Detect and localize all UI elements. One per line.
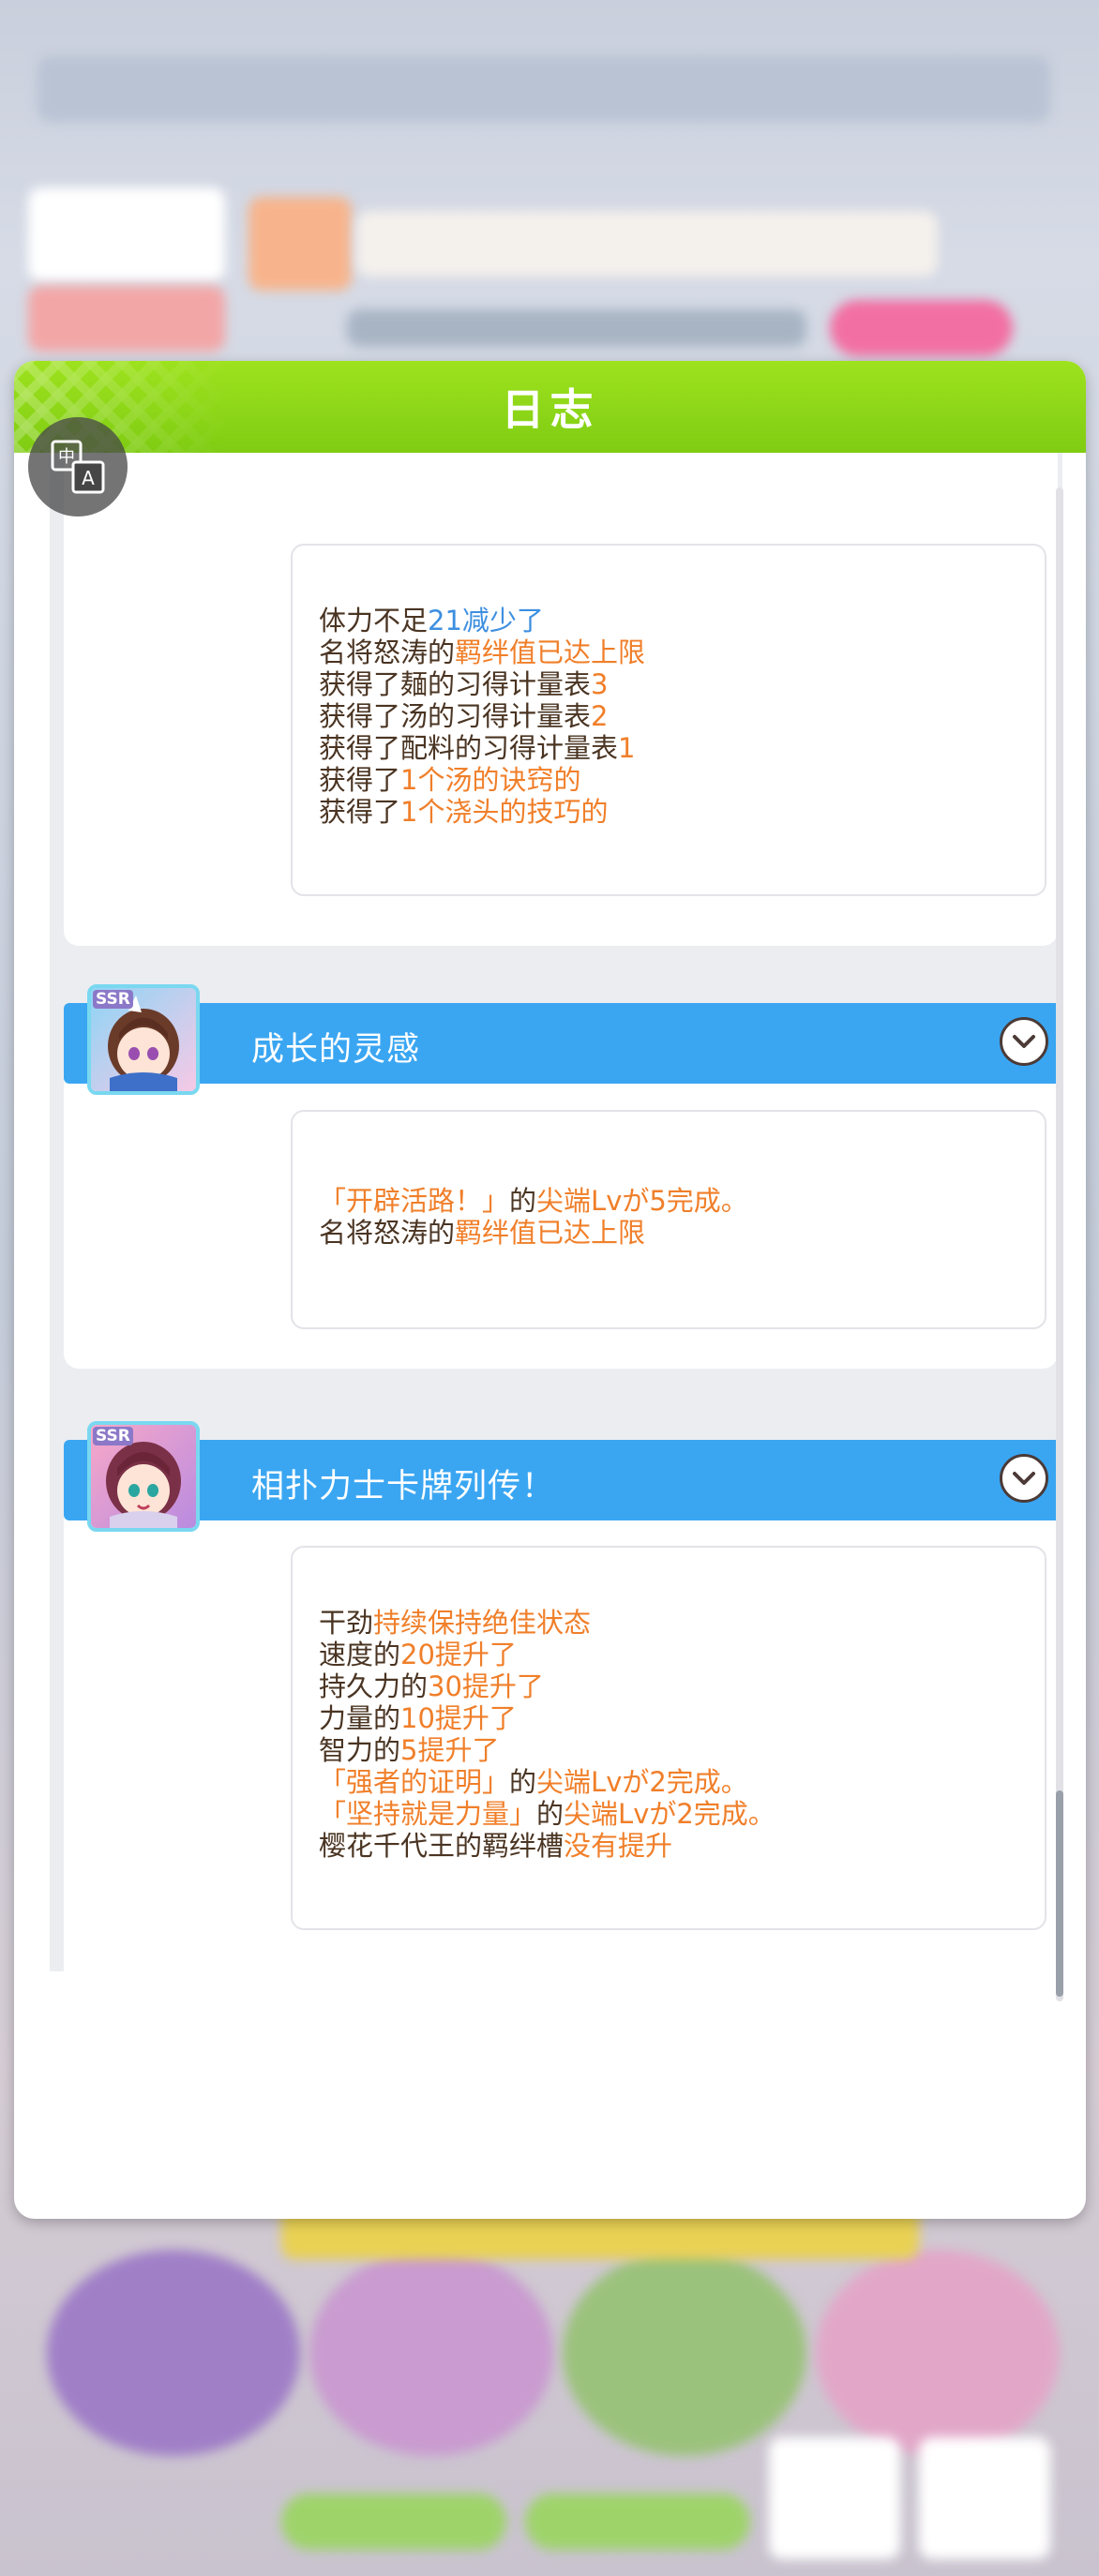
log-lines: 「开辟活路！」的尖端Lvが5完成。 名将怒涛的羁绊值已达上限 (319, 1185, 748, 1249)
highlight-text: 没有提升 (564, 1830, 673, 1862)
highlight-text: 1 (618, 732, 636, 764)
log-textbox-3: 干劲持续保持绝佳状态 速度的20提升了 持久力的30提升了 力量的10提升了 智力的5提… (291, 1546, 1046, 1930)
highlight-text: 1个浇头的技巧的 (400, 796, 609, 828)
log-text: 名将怒涛的 (319, 637, 456, 668)
log-line: 力量的10提升了 (319, 1702, 775, 1734)
highlight-text: 尖端Lvが5完成。 (536, 1185, 748, 1217)
log-text: 的 (509, 1766, 537, 1798)
event-bar-2[interactable]: 成长的灵感 (64, 1003, 1062, 1084)
dialog-header: 日志 (14, 361, 1086, 453)
log-line: 干劲持续保持绝佳状态 (319, 1607, 775, 1639)
expand-button[interactable] (1000, 1454, 1048, 1503)
highlight-text: 羁绊值已达上限 (455, 637, 646, 668)
highlight-text: 羁绊值已达上限 (455, 1217, 646, 1249)
highlight-text: 2 (591, 700, 609, 732)
log-text: 干劲 (319, 1607, 374, 1639)
highlight-text: 5提升了 (400, 1734, 500, 1766)
highlight-text: 尖端Lvが2完成。 (564, 1798, 775, 1830)
support-card-avatar: SSR (87, 984, 200, 1095)
event-bar-3[interactable]: 相扑力士卡牌列传！ (64, 1440, 1062, 1520)
log-line: 获得了1个浇头的技巧的 (319, 796, 645, 828)
log-text: 获得了 (319, 796, 401, 828)
highlight-text: 3 (591, 668, 609, 700)
log-line: 「开辟活路！」的尖端Lvが5完成。 (319, 1185, 748, 1217)
log-text: 获得了配料的习得计量表 (319, 732, 619, 764)
event-title: 相扑力士卡牌列传！ (251, 1468, 556, 1505)
log-text: 体力不足 (319, 605, 429, 637)
log-text: 持久力的 (319, 1670, 429, 1702)
translate-icon: 中 A (51, 440, 105, 494)
log-textbox-1: 体力不足21减少了 名将怒涛的羁绊值已达上限 获得了麺的习得计量表3 获得了汤的习得计… (291, 544, 1046, 896)
highlight-text: 持续保持绝佳状态 (373, 1607, 592, 1639)
log-line: 获得了麺的习得计量表3 (319, 668, 645, 700)
log-text: 的 (509, 1185, 537, 1217)
log-text: 获得了汤的习得计量表 (319, 700, 592, 732)
log-line: 名将怒涛的羁绊值已达上限 (319, 1217, 748, 1249)
log-line: 速度的20提升了 (319, 1639, 775, 1670)
log-text: 名将怒涛的 (319, 1217, 456, 1249)
log-text: 速度的 (319, 1639, 401, 1670)
translate-button[interactable]: 中 A (28, 417, 128, 517)
log-line: 获得了汤的习得计量表2 (319, 700, 645, 732)
log-line: 名将怒涛的羁绊值已达上限 (319, 637, 645, 668)
chevron-down-icon (1013, 1472, 1035, 1485)
log-line: 樱花千代王的羁绊槽没有提升 (319, 1830, 775, 1862)
scrollbar-thumb[interactable] (1056, 1790, 1063, 1997)
log-line: 获得了配料的习得计量表1 (319, 732, 645, 764)
log-text: 的 (536, 1798, 565, 1830)
log-text: 获得了 (319, 764, 401, 796)
log-line: 体力不足21减少了 (319, 605, 645, 637)
expand-button[interactable] (1000, 1017, 1048, 1066)
highlight-text: 20提升了 (400, 1639, 517, 1670)
highlight-text: 「坚持就是力量」 (319, 1798, 537, 1830)
log-text: 力量的 (319, 1702, 401, 1734)
log-line: 持久力的30提升了 (319, 1670, 775, 1702)
event-title: 成长的灵感 (251, 1031, 421, 1069)
highlight-text: 30提升了 (428, 1670, 544, 1702)
svg-text:A: A (82, 467, 95, 489)
log-line: 获得了1个汤的诀窍的 (319, 764, 645, 796)
support-card-avatar: SSR (87, 1421, 200, 1532)
rarity-badge: SSR (93, 990, 133, 1009)
dialog-title: 日志 (501, 384, 599, 435)
highlight-text: 1个汤的诀窍的 (400, 764, 581, 796)
log-text: 智力的 (319, 1734, 401, 1766)
log-line: 「坚持就是力量」的尖端Lvが2完成。 (319, 1798, 775, 1830)
scrollbar-track[interactable] (1056, 487, 1063, 2001)
log-scroll-area[interactable]: 技能Pt的15提升了 体力不足21减少了名将怒涛的羁绊值已达上限获得了麺的习得计… (50, 453, 1062, 1971)
log-line: 智力的5提升了 (319, 1734, 775, 1766)
highlight-text: 10提升了 (400, 1702, 517, 1734)
log-dialog: 日志 技能Pt的15提升了 体力不足21减少了名将怒涛的羁绊值已达上限获得了麺的… (14, 361, 1086, 2219)
highlight-text: 「强者的证明」 (319, 1766, 510, 1798)
log-lines: 干劲持续保持绝佳状态 速度的20提升了 持久力的30提升了 力量的10提升了 智力的5提… (319, 1607, 775, 1862)
log-text: 樱花千代王的羁绊槽 (319, 1830, 565, 1862)
rarity-badge: SSR (93, 1427, 133, 1445)
log-textbox-2: 「开辟活路！」的尖端Lvが5完成。 名将怒涛的羁绊值已达上限 (291, 1110, 1046, 1329)
highlight-text: 尖端Lvが2完成。 (536, 1766, 748, 1798)
chevron-down-icon (1013, 1035, 1035, 1048)
log-text: 获得了麺的习得计量表 (319, 668, 592, 700)
highlight-text-blue: 21减少了 (428, 605, 544, 637)
highlight-text: 「开辟活路！」 (319, 1185, 510, 1217)
log-lines: 体力不足21减少了 名将怒涛的羁绊值已达上限 获得了麺的习得计量表3 获得了汤的习得计… (319, 605, 645, 828)
log-line: 「强者的证明」的尖端Lvが2完成。 (319, 1766, 775, 1798)
